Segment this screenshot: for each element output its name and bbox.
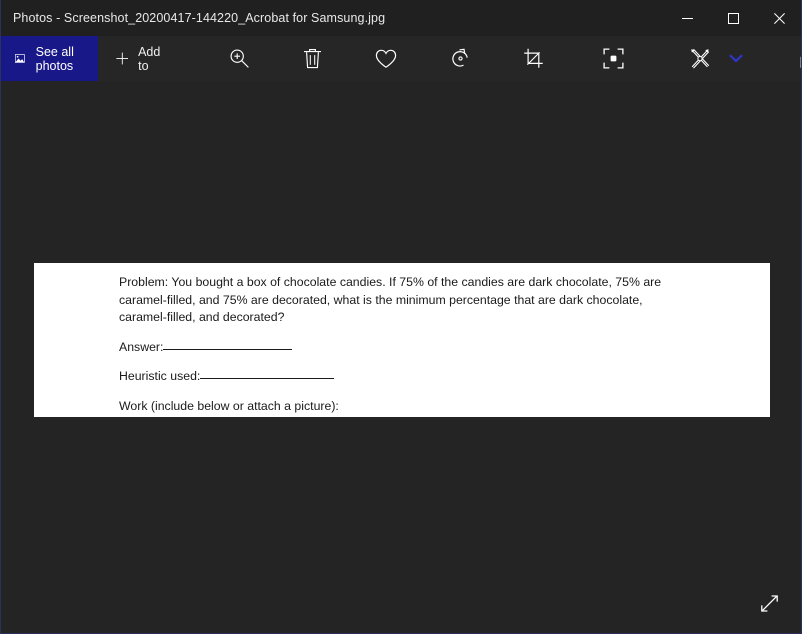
favorite-button[interactable] [361, 36, 411, 81]
enhance-icon [603, 48, 624, 69]
photo-viewer-canvas[interactable]: Problem: You bought a box of chocolate c… [1, 81, 801, 633]
fullscreen-button[interactable] [751, 585, 787, 621]
chevron-down-icon [728, 54, 743, 63]
heuristic-label: Heuristic used: [119, 369, 201, 384]
see-all-photos-label: See all photos [35, 44, 74, 73]
close-icon [773, 12, 785, 24]
edit-create-dropdown[interactable] [725, 36, 747, 81]
answer-label: Answer: [119, 339, 164, 354]
heuristic-line: Heuristic used: [119, 356, 664, 386]
see-all-photos-button[interactable]: See all photos [1, 36, 98, 81]
command-icon-group: ··· [215, 36, 801, 81]
crop-icon [524, 48, 543, 68]
problem-statement: Problem: You bought a box of chocolate c… [119, 275, 662, 325]
minimize-icon [681, 17, 693, 19]
heuristic-blank [200, 378, 335, 380]
heart-icon [375, 49, 396, 68]
enhance-button[interactable] [589, 36, 639, 81]
maximize-button[interactable] [710, 0, 756, 36]
photo-image[interactable]: Problem: You bought a box of chocolate c… [34, 263, 770, 417]
rotate-icon [452, 48, 469, 67]
document-content: Problem: You bought a box of chocolate c… [119, 274, 664, 416]
edit-creative-icon [690, 48, 709, 68]
edit-create-group [675, 36, 747, 81]
rotate-button[interactable] [436, 36, 486, 81]
command-bar: See all photos Add to [1, 36, 801, 81]
photos-app-window: Photos - Screenshot_20200417-144220_Acro… [0, 0, 802, 634]
maximize-icon [727, 12, 739, 24]
share-button[interactable] [785, 36, 801, 81]
crop-button[interactable] [509, 36, 559, 81]
delete-button[interactable] [288, 36, 338, 81]
add-to-label: Add to [138, 44, 161, 73]
expand-diagonal-icon [760, 594, 778, 612]
answer-line: Answer: [119, 327, 664, 357]
window-title: Photos - Screenshot_20200417-144220_Acro… [13, 11, 386, 25]
title-bar: Photos - Screenshot_20200417-144220_Acro… [1, 0, 801, 36]
edit-create-button[interactable] [675, 36, 725, 81]
work-line: Work (include below or attach a picture)… [119, 398, 339, 413]
plus-icon [115, 52, 128, 65]
delete-icon [304, 49, 322, 69]
close-button[interactable] [756, 0, 801, 36]
photo-collection-icon [15, 54, 25, 63]
zoom-button[interactable] [215, 36, 265, 81]
answer-blank [163, 348, 293, 350]
add-to-button[interactable]: Add to [98, 36, 183, 81]
window-controls [664, 0, 801, 36]
zoom-in-icon [230, 49, 250, 68]
minimize-button[interactable] [664, 0, 710, 36]
